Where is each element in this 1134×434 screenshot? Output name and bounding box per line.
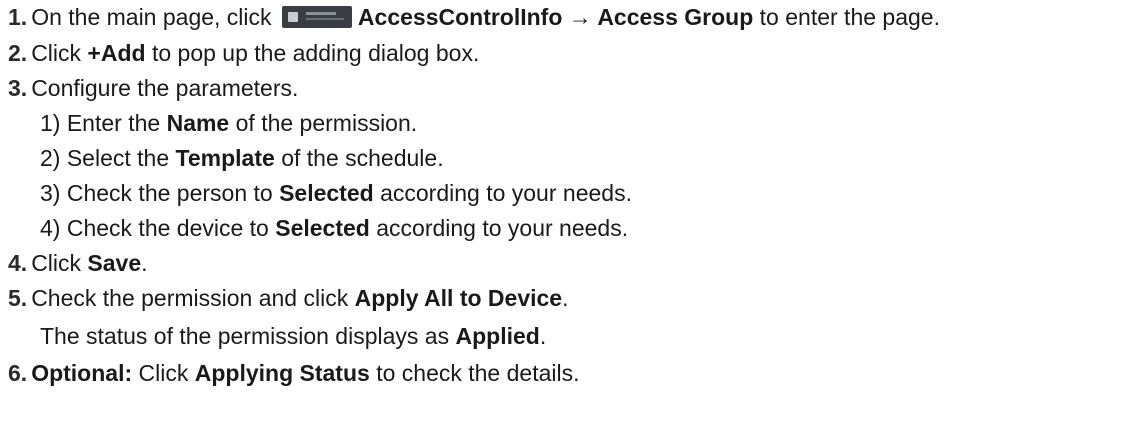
step-text: Check the permission and click (31, 285, 355, 311)
access-control-module-icon (281, 5, 352, 28)
substep-4: 4) Check the device to Selected accordin… (40, 213, 628, 243)
step-number: 6. (8, 360, 28, 386)
step-text: Click (132, 360, 195, 386)
applied-label: Applied (455, 323, 540, 349)
substep-text: 2) Select the (40, 145, 176, 171)
step-4: 4. Click Save. (8, 248, 148, 278)
step-number: 5. (8, 285, 28, 311)
step-2: 2. Click +Add to pop up the adding dialog… (8, 38, 479, 68)
menu-path: AccessControlInfo → Access Group (357, 4, 754, 30)
step-6: 6. Optional: Click Applying Status to che… (8, 358, 580, 388)
step-5: 5. Check the permission and click Apply A… (8, 283, 568, 313)
step-text: to pop up the adding dialog box. (145, 40, 480, 66)
substep-text: of the permission. (229, 110, 418, 136)
step-text: On the main page, click (31, 4, 278, 30)
substep-text: 4) Check the device to (40, 215, 276, 241)
step-1: 1. On the main page, click AccessControlI… (8, 2, 940, 32)
step-number: 3. (8, 75, 28, 101)
step-text: to check the details. (369, 360, 580, 386)
step-5-result: The status of the permission displays as… (40, 321, 546, 351)
step-text: . (141, 250, 148, 276)
step-text: to enter the page. (753, 4, 940, 30)
name-label: Name (166, 110, 230, 136)
substep-text: according to your needs. (373, 180, 632, 206)
step-text: Click (31, 40, 88, 66)
result-text: The status of the permission displays as (40, 323, 456, 349)
selected-label: Selected (275, 215, 370, 241)
step-text: . (562, 285, 569, 311)
step-text: Configure the parameters. (31, 75, 299, 101)
selected-label: Selected (279, 180, 374, 206)
step-number: 4. (8, 250, 28, 276)
apply-all-label: Apply All to Device (354, 285, 563, 311)
step-text: Click (31, 250, 88, 276)
save-label: Save (87, 250, 142, 276)
result-text: . (539, 323, 547, 349)
instruction-document: 1. On the main page, click AccessControlI… (0, 0, 1134, 434)
step-3: 3. Configure the parameters. (8, 73, 298, 103)
template-label: Template (175, 145, 275, 171)
step-number: 2. (8, 40, 28, 66)
substep-text: of the schedule. (274, 145, 444, 171)
substep-text: 3) Check the person to (40, 180, 280, 206)
optional-label: Optional: (31, 360, 133, 386)
applying-status-label: Applying Status (194, 360, 370, 386)
substep-1: 1) Enter the Name of the permission. (40, 108, 417, 138)
substep-text: 1) Enter the (40, 110, 167, 136)
substep-3: 3) Check the person to Selected accordin… (40, 178, 632, 208)
add-label: +Add (87, 40, 146, 66)
substep-2: 2) Select the Template of the schedule. (40, 143, 444, 173)
step-number: 1. (8, 4, 28, 30)
substep-text: according to your needs. (369, 215, 629, 241)
